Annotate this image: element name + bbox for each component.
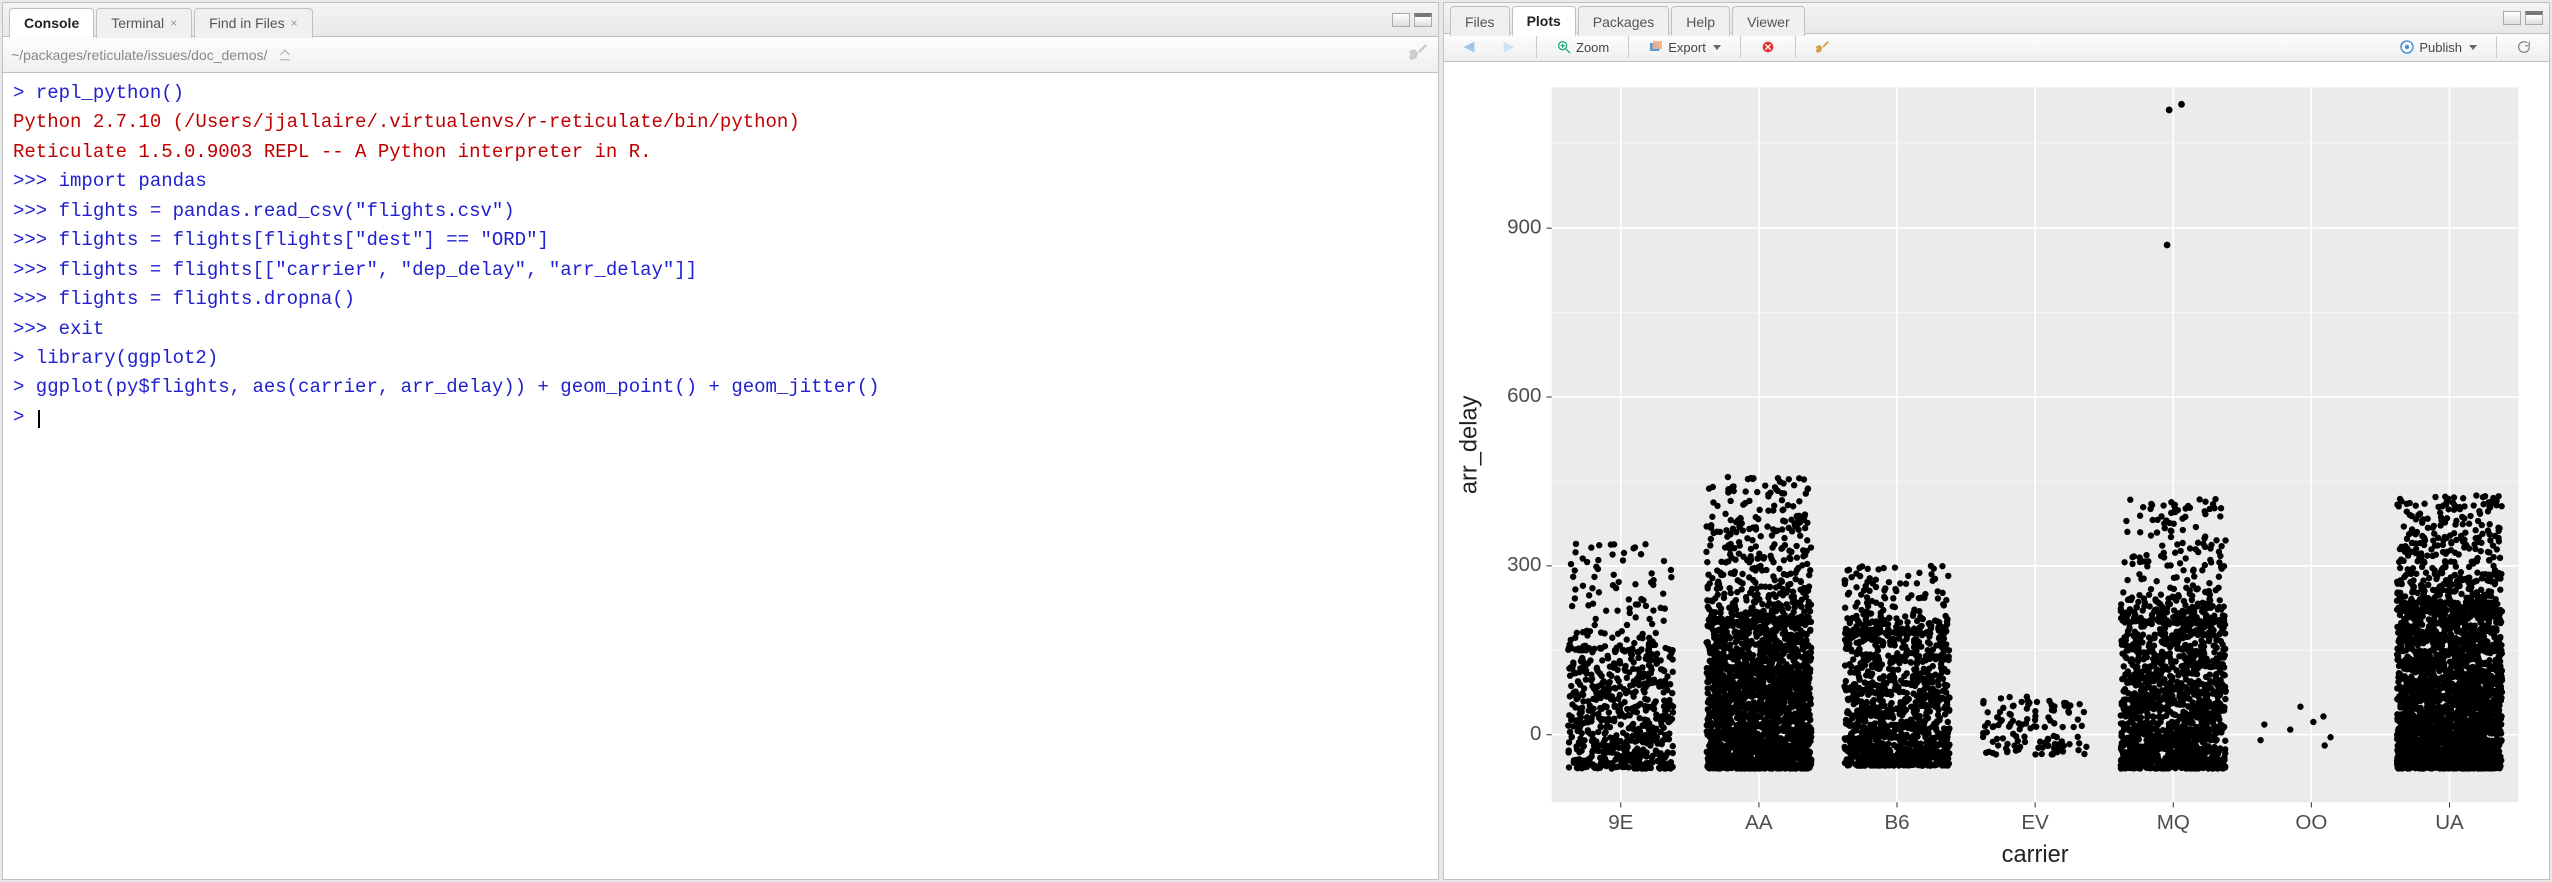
svg-text:900: 900 <box>1507 215 1541 238</box>
close-icon[interactable]: × <box>170 16 177 30</box>
plots-toolbar: Zoom Export Publish <box>1444 34 2549 62</box>
publish-label: Publish <box>2419 40 2462 55</box>
chevron-down-icon <box>1713 45 1721 50</box>
export-button[interactable]: Export <box>1639 35 1730 59</box>
tab-label: Help <box>1686 14 1715 30</box>
svg-text:B6: B6 <box>1884 811 1909 834</box>
ggplot-scatter: 0 300 600 900 9E AA B6 EV MQ OO UA carrier arr_delay <box>1454 72 2534 874</box>
tab-terminal[interactable]: Terminal × <box>96 8 192 38</box>
svg-text:AA: AA <box>1745 811 1773 834</box>
export-label: Export <box>1668 40 1706 55</box>
zoom-label: Zoom <box>1576 40 1609 55</box>
tab-label: Console <box>24 15 79 31</box>
svg-text:arr_delay: arr_delay <box>1457 395 1483 494</box>
svg-text:0: 0 <box>1530 722 1541 745</box>
tab-label: Terminal <box>111 15 164 31</box>
clear-all-plots-button[interactable] <box>1806 35 1840 59</box>
plot-prev-button[interactable] <box>1452 35 1486 59</box>
tab-find-in-files[interactable]: Find in Files × <box>194 8 312 38</box>
plots-pane: Files Plots Packages Help Viewer Zoom Ex… <box>1443 2 2550 880</box>
tab-plots[interactable]: Plots <box>1512 6 1576 36</box>
plot-area: 0 300 600 900 9E AA B6 EV MQ OO UA carrier arr_delay <box>1444 62 2549 879</box>
svg-text:300: 300 <box>1507 553 1541 576</box>
minimize-pane-icon[interactable] <box>1392 13 1410 27</box>
tab-help[interactable]: Help <box>1671 6 1730 36</box>
svg-text:carrier: carrier <box>2002 842 2069 868</box>
open-folder-icon[interactable] <box>277 46 293 63</box>
publish-button[interactable]: Publish <box>2390 35 2486 59</box>
svg-text:UA: UA <box>2435 811 2464 834</box>
right-tab-bar: Files Plots Packages Help Viewer <box>1444 3 2549 34</box>
console-toolbar: ~/packages/reticulate/issues/doc_demos/ <box>3 37 1438 73</box>
maximize-pane-icon[interactable] <box>1414 13 1432 27</box>
svg-text:OO: OO <box>2295 811 2327 834</box>
maximize-pane-icon[interactable] <box>2525 11 2543 25</box>
remove-plot-button[interactable] <box>1751 35 1785 59</box>
window-controls <box>1392 13 1432 27</box>
close-icon[interactable]: × <box>291 16 298 30</box>
tab-label: Files <box>1465 14 1495 30</box>
tab-files[interactable]: Files <box>1450 6 1510 36</box>
tab-label: Plots <box>1527 13 1561 29</box>
tab-viewer[interactable]: Viewer <box>1732 6 1805 36</box>
svg-text:EV: EV <box>2021 811 2049 834</box>
minimize-pane-icon[interactable] <box>2503 11 2521 25</box>
console-pane: Console Terminal × Find in Files × ~/pac… <box>2 2 1439 880</box>
working-directory: ~/packages/reticulate/issues/doc_demos/ <box>11 47 267 63</box>
window-controls <box>2503 11 2543 25</box>
svg-text:9E: 9E <box>1608 811 1633 834</box>
tab-label: Viewer <box>1747 14 1790 30</box>
tab-label: Packages <box>1593 14 1654 30</box>
refresh-plot-button[interactable] <box>2507 35 2541 59</box>
svg-text:600: 600 <box>1507 384 1541 407</box>
chevron-down-icon <box>2469 45 2477 50</box>
clear-console-icon[interactable] <box>1408 41 1430 68</box>
console-output[interactable]: > repl_python() Python 2.7.10 (/Users/jj… <box>3 73 1438 879</box>
plot-next-button[interactable] <box>1492 35 1526 59</box>
tab-console[interactable]: Console <box>9 8 94 38</box>
svg-text:MQ: MQ <box>2157 811 2190 834</box>
left-tab-bar: Console Terminal × Find in Files × <box>3 3 1438 37</box>
tab-label: Find in Files <box>209 15 284 31</box>
tab-packages[interactable]: Packages <box>1578 6 1669 36</box>
zoom-button[interactable]: Zoom <box>1547 35 1618 59</box>
